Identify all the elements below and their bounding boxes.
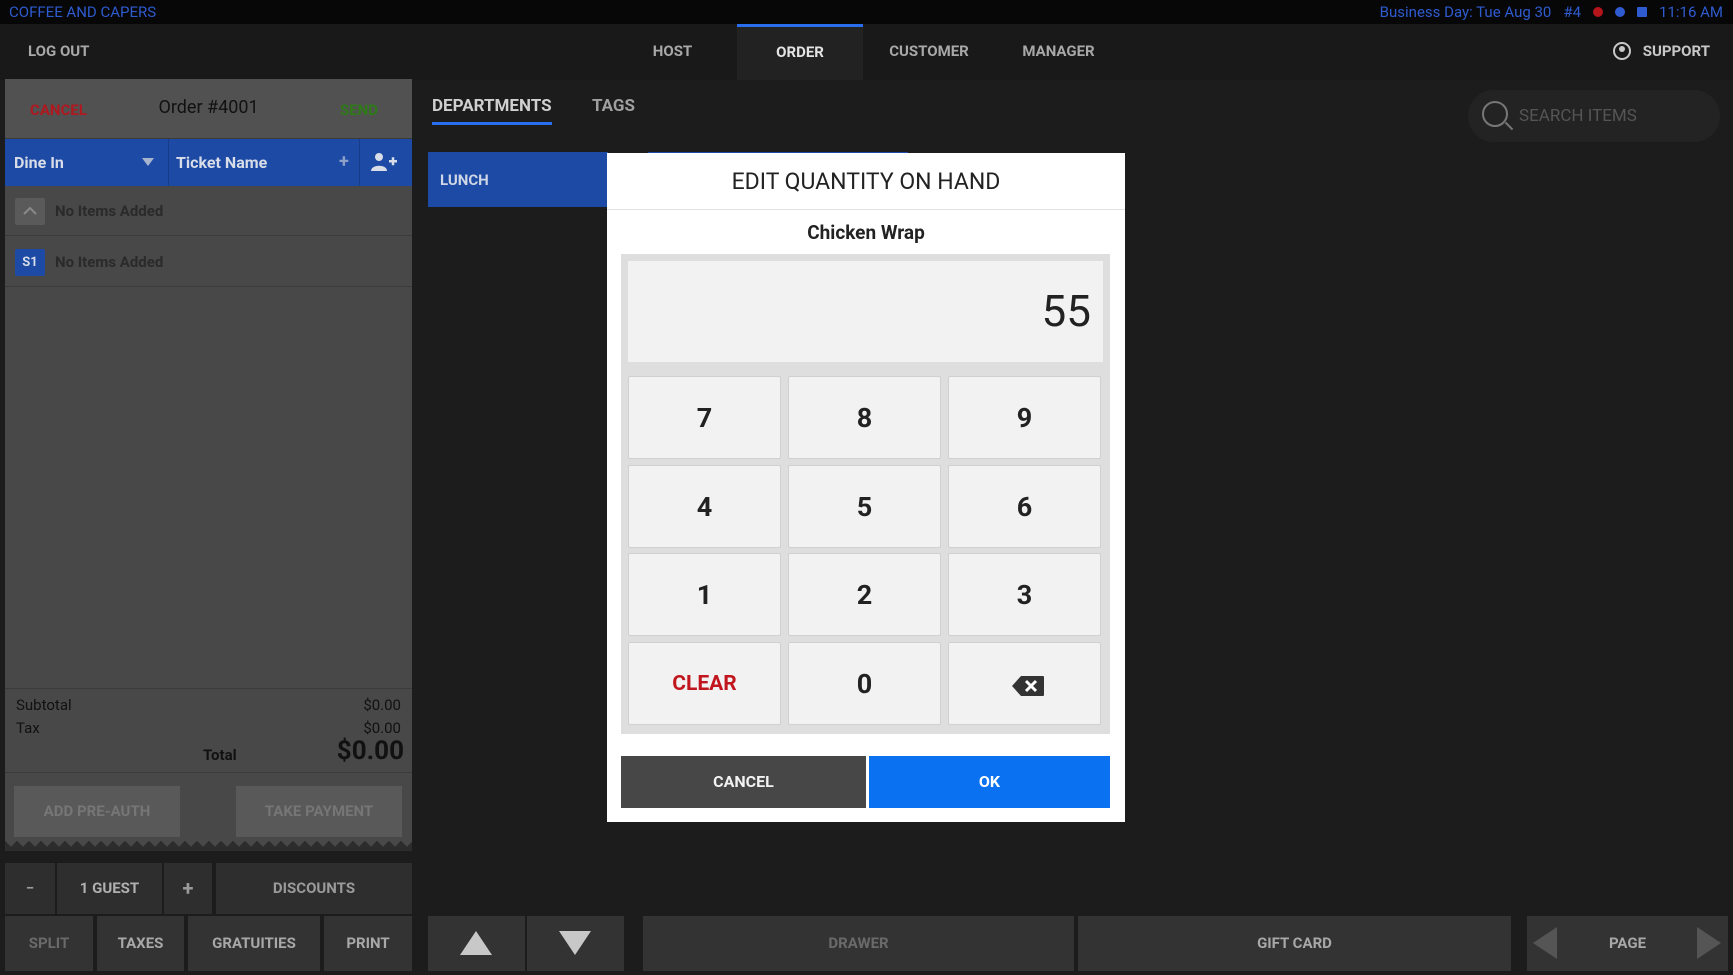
- key-6[interactable]: 6: [948, 465, 1101, 548]
- edit-quantity-dialog: EDIT QUANTITY ON HAND Chicken Wrap 55 7 …: [607, 153, 1125, 822]
- item-name: Chicken Wrap: [807, 221, 925, 244]
- backspace-icon: [1012, 676, 1044, 696]
- dialog-cancel-button[interactable]: CANCEL: [621, 756, 866, 808]
- key-5[interactable]: 5: [788, 465, 941, 548]
- dialog-title: EDIT QUANTITY ON HAND: [607, 153, 1125, 210]
- key-0[interactable]: 0: [788, 642, 941, 725]
- key-3[interactable]: 3: [948, 553, 1101, 636]
- key-8[interactable]: 8: [788, 376, 941, 459]
- backspace-button[interactable]: [948, 642, 1101, 725]
- numpad: 55 7 8 9 4 5 6 1 2 3 CLEAR 0: [621, 254, 1110, 734]
- key-9[interactable]: 9: [948, 376, 1101, 459]
- key-2[interactable]: 2: [788, 553, 941, 636]
- key-7[interactable]: 7: [628, 376, 781, 459]
- clear-button[interactable]: CLEAR: [628, 642, 781, 725]
- dialog-ok-button[interactable]: OK: [869, 756, 1110, 808]
- key-4[interactable]: 4: [628, 465, 781, 548]
- key-1[interactable]: 1: [628, 553, 781, 636]
- quantity-display: 55: [628, 261, 1103, 362]
